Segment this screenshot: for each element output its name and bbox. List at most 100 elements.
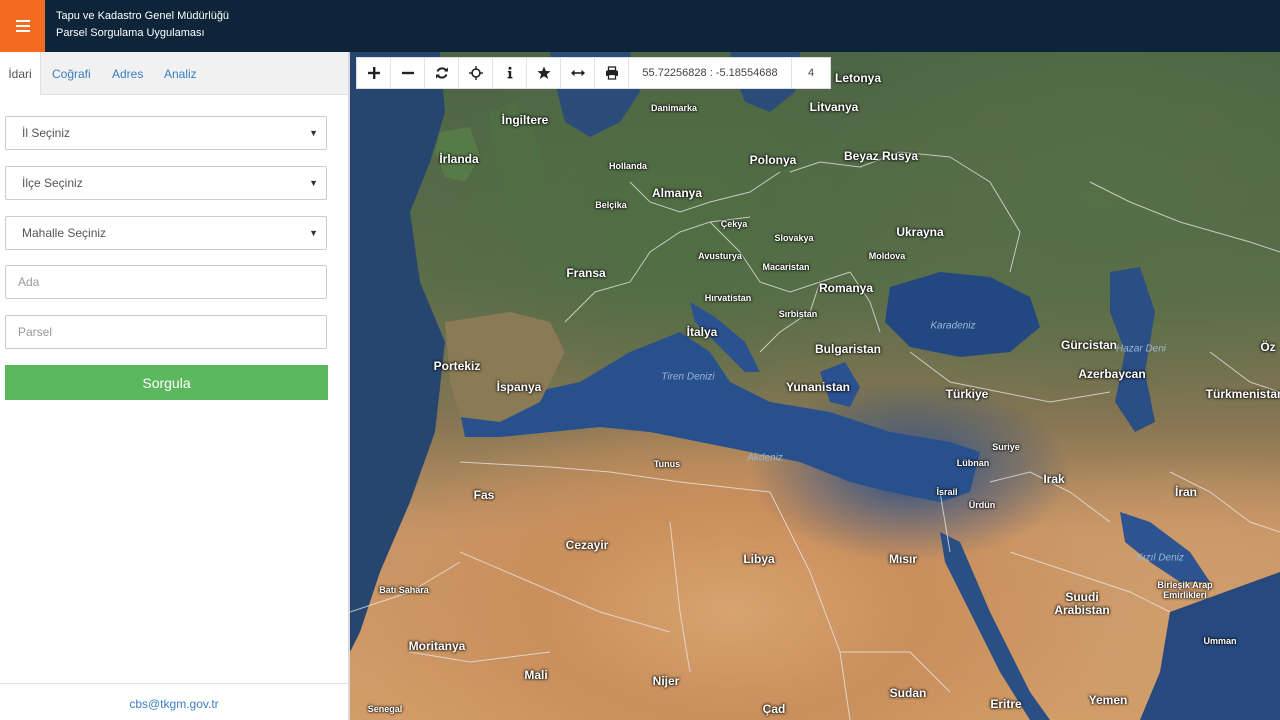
map-label: Fransa — [566, 266, 606, 280]
sea-label: Kızıl Deniz — [1136, 552, 1184, 564]
mahalle-select-value: Mahalle Seçiniz — [22, 226, 107, 240]
tab-cografi[interactable]: Coğrafi — [52, 52, 91, 94]
map-label: Danimarka — [650, 103, 698, 113]
map-label: Suriye — [992, 442, 1020, 452]
tab-idari[interactable]: İdari — [0, 52, 41, 95]
print-icon — [605, 66, 618, 80]
map-label: Bulgaristan — [814, 342, 882, 356]
zoom-in-button[interactable] — [357, 58, 391, 88]
caret-down-icon: ▼ — [309, 128, 318, 138]
map-label: İsrail — [936, 487, 958, 497]
minus-icon — [401, 71, 414, 75]
refresh-icon — [435, 67, 448, 79]
star-icon — [536, 66, 551, 79]
footer-email-link[interactable]: cbs@tkgm.gov.tr — [0, 683, 348, 720]
tab-analiz[interactable]: Analiz — [164, 52, 197, 94]
mahalle-select[interactable]: Mahalle Seçiniz ▼ — [5, 216, 327, 250]
map-label: Türkiye — [945, 387, 989, 401]
sea-label: Akdeniz — [747, 452, 783, 464]
map-label: Beyaz Rusya — [843, 149, 919, 163]
map-label: Ürdün — [968, 500, 996, 510]
map-label: Mısır — [888, 552, 918, 566]
map-label: Birleşik Arap Emirlikleri — [1157, 580, 1213, 600]
map-label: Batı Sahara — [379, 585, 429, 595]
info-button[interactable] — [493, 58, 527, 88]
map-label: Avusturya — [698, 251, 742, 261]
locate-button[interactable] — [459, 58, 493, 88]
map-label: Sudan — [889, 686, 927, 700]
app-header: Tapu ve Kadastro Genel Müdürlüğü Parsel … — [0, 0, 1280, 52]
map-toolbar: 55.72256828 : -5.18554688 4 — [356, 57, 831, 89]
map-label: İtalya — [686, 325, 718, 339]
ilce-select[interactable]: İlçe Seçiniz ▼ — [5, 166, 327, 200]
map-label: Irak — [1043, 472, 1065, 486]
map-label: Azerbaycan — [1078, 367, 1146, 381]
map-label: Slovakya — [774, 233, 814, 243]
map-label: İngiltere — [501, 113, 549, 127]
map-label: Polonya — [749, 153, 797, 167]
tab-adres[interactable]: Adres — [112, 52, 143, 94]
crosshair-icon — [468, 66, 483, 80]
sidebar: İdari Coğrafi Adres Analiz İl Seçiniz ▼ … — [0, 52, 350, 720]
map-label: Fas — [473, 488, 495, 502]
refresh-button[interactable] — [425, 58, 459, 88]
map-label: Tunus — [653, 459, 681, 469]
sea-label: Karadeniz — [930, 320, 976, 332]
map-label: İrlanda — [439, 152, 479, 166]
map-view[interactable]: Letonya Litvanya Danimarka İngiltere İrl… — [350, 52, 1280, 720]
zoom-out-button[interactable] — [391, 58, 425, 88]
parsel-input[interactable] — [5, 315, 327, 349]
hamburger-icon — [15, 20, 30, 32]
map-label: Umman — [1203, 636, 1237, 646]
ada-input[interactable] — [5, 265, 327, 299]
info-icon — [507, 66, 512, 79]
map-label: Senegal — [367, 704, 403, 714]
zoom-level: 4 — [807, 67, 815, 79]
map-label: Letonya — [834, 71, 882, 85]
measure-button[interactable] — [561, 58, 595, 88]
map-label: Yunanistan — [785, 380, 851, 394]
map-label: Moritanya — [408, 639, 466, 653]
map-label: Ukrayna — [896, 225, 944, 239]
map-label: Lübnan — [956, 458, 990, 468]
map-label: Belçika — [595, 200, 627, 210]
map-label: Çad — [762, 702, 786, 716]
map-label: Macaristan — [762, 262, 810, 272]
caret-down-icon: ▼ — [309, 228, 318, 238]
map-label: Türkmenistan — [1205, 387, 1280, 401]
favorite-button[interactable] — [527, 58, 561, 88]
map-label: Litvanya — [809, 100, 859, 114]
map-label: Sırbistan — [778, 309, 818, 319]
ilce-select-value: İlçe Seçiniz — [22, 176, 83, 190]
map-label: Hırvatistan — [704, 293, 752, 303]
map-label: Cezayir — [565, 538, 609, 552]
map-label: Libya — [743, 552, 775, 566]
app-title-line2: Parsel Sorgulama Uygulaması — [56, 27, 205, 39]
map-label: Romanya — [818, 281, 874, 295]
app-title-line1: Tapu ve Kadastro Genel Müdürlüğü — [56, 10, 230, 22]
map-label: Öz — [1260, 340, 1276, 354]
menu-button[interactable] — [0, 0, 45, 52]
tab-bar: İdari Coğrafi Adres Analiz — [0, 52, 348, 95]
il-select-value: İl Seçiniz — [22, 126, 71, 140]
sea-label: Tiren Denizi — [661, 371, 715, 383]
map-label: Almanya — [651, 186, 703, 200]
map-label: Suudi Arabistan — [1054, 590, 1110, 617]
plus-icon — [367, 67, 380, 79]
sorgula-button[interactable]: Sorgula — [5, 365, 328, 400]
map-label: Moldova — [868, 251, 906, 261]
caret-down-icon: ▼ — [309, 178, 318, 188]
app-title: Tapu ve Kadastro Genel Müdürlüğü Parsel … — [56, 8, 229, 42]
map-label: Hollanda — [608, 161, 648, 171]
map-label: Nijer — [652, 674, 680, 688]
map-label: İspanya — [496, 380, 542, 394]
sea-label: Hazar Deni — [1115, 343, 1167, 355]
map-label: Gürcistan — [1060, 338, 1118, 352]
measure-icon — [570, 69, 585, 77]
map-label: İran — [1174, 485, 1198, 499]
print-button[interactable] — [595, 58, 629, 88]
il-select[interactable]: İl Seçiniz ▼ — [5, 116, 327, 150]
map-label: Mali — [524, 668, 548, 682]
map-label: Portekiz — [433, 359, 481, 373]
map-label: Çekya — [720, 219, 748, 229]
